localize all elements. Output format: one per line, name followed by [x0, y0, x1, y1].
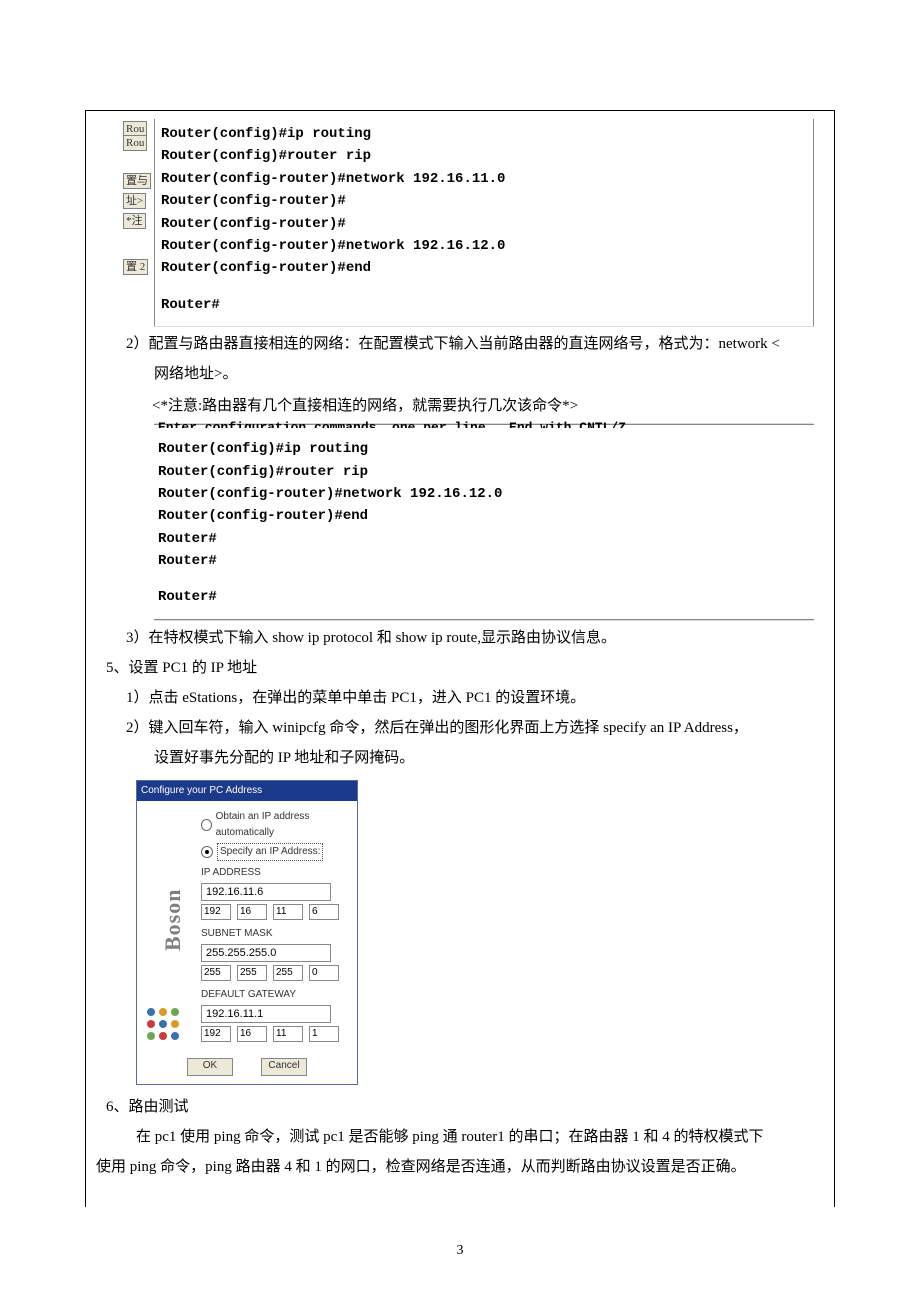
section-6-title: 6、路由测试 — [106, 1095, 824, 1119]
fragment-a: 置与 — [123, 173, 151, 189]
section-6-paragraph-2: 使用 ping 命令，ping 路由器 4 和 1 的网口，检查网络是否连通，从… — [96, 1155, 824, 1179]
step-2-text-line2: 网络地址>。 — [96, 362, 824, 386]
term1-line: Router(config-router)#end — [161, 257, 807, 279]
fragment-d: 置 2 — [123, 259, 148, 275]
term2-line: Router# — [158, 586, 808, 608]
step-2-text-line1: 2）配置与路由器直接相连的网络：在配置模式下输入当前路由器的直连网络号，格式为：… — [96, 332, 824, 356]
default-gateway-input[interactable]: 192.16.11.1 — [201, 1005, 331, 1023]
document-content: Rou Rou 置与 址> *注 置 2 Router(config)#ip r… — [85, 110, 835, 1207]
ip-config-dialog: Configure your PC Address Boson Obtain a… — [136, 780, 358, 1085]
term1-line-blank — [161, 280, 807, 294]
ip-octet-2[interactable]: 16 — [237, 904, 267, 920]
ok-button[interactable]: OK — [187, 1058, 233, 1076]
term1-line: Router(config)#ip routing — [161, 123, 807, 145]
radio-obtain-auto[interactable]: Obtain an IP address automatically — [201, 809, 349, 841]
section-5-step2-line1: 2）键入回车符，输入 winipcfg 命令，然后在弹出的图形化界面上方选择 s… — [96, 716, 824, 740]
ip-octet-4[interactable]: 6 — [309, 904, 339, 920]
dialog-body: Boson Obtain an IP address automatically… — [137, 801, 357, 1052]
mask-octet-4[interactable]: 0 — [309, 965, 339, 981]
section-6-paragraph-1: 在 pc1 使用 ping 命令，测试 pc1 是否能够 ping 通 rout… — [106, 1125, 824, 1149]
mask-octet-2[interactable]: 255 — [237, 965, 267, 981]
section-5-step1: 1）点击 eStations，在弹出的菜单中单击 PC1，进入 PC1 的设置环… — [96, 686, 824, 710]
section-5-step2-line2: 设置好事先分配的 IP 地址和子网掩码。 — [96, 746, 824, 770]
gw-octet-2[interactable]: 16 — [237, 1026, 267, 1042]
radio-specify-ip-label: Specify an IP Address: — [217, 843, 323, 861]
ip-address-input[interactable]: 192.16.11.6 — [201, 883, 331, 901]
radio-specify-ip[interactable]: Specify an IP Address: — [201, 843, 349, 861]
term2-line: Router# — [158, 550, 808, 572]
gw-octet-1[interactable]: 192 — [201, 1026, 231, 1042]
step-3-text: 3）在特权模式下输入 show ip protocol 和 show ip ro… — [96, 626, 824, 650]
ip-octet-3[interactable]: 11 — [273, 904, 303, 920]
terminal-output-1: Rou Rou 置与 址> *注 置 2 Router(config)#ip r… — [154, 119, 814, 326]
term1-line: Router(config-router)#network 192.16.12.… — [161, 235, 807, 257]
term2-line: Router(config-router)#end — [158, 505, 808, 527]
term2-line: Router# — [158, 528, 808, 550]
term1-line: Router(config)#router rip — [161, 145, 807, 167]
note-text: <*注意:路由器有几个直接相连的网络，就需要执行几次该命令*> — [152, 394, 824, 418]
term2-line: Router(config-router)#network 192.16.12.… — [158, 483, 808, 505]
radio-icon — [201, 819, 212, 831]
terminal-output-2: Enter configuration commands, one per li… — [154, 424, 814, 620]
fragment-c: *注 — [123, 213, 146, 229]
subnet-mask-label: SUBNET MASK — [201, 926, 349, 942]
ip-address-label: IP ADDRESS — [201, 865, 349, 881]
radio-obtain-auto-label: Obtain an IP address automatically — [216, 809, 349, 841]
gw-octet-3[interactable]: 11 — [273, 1026, 303, 1042]
ip-octet-1[interactable]: 192 — [201, 904, 231, 920]
cancel-button[interactable]: Cancel — [261, 1058, 307, 1076]
mask-octet-1[interactable]: 255 — [201, 965, 231, 981]
term1-line: Router(config-router)#network 192.16.11.… — [161, 168, 807, 190]
boson-logo-panel: Boson — [141, 821, 197, 1044]
radio-icon-selected — [201, 846, 213, 858]
fragment-b: 址> — [123, 193, 146, 209]
gw-octet-4[interactable]: 1 — [309, 1026, 339, 1042]
dialog-button-row: OK Cancel — [137, 1052, 357, 1084]
dialog-title: Configure your PC Address — [137, 781, 357, 801]
page-number: 3 — [0, 1240, 920, 1262]
term2-line: Router(config)#ip routing — [158, 438, 808, 460]
term2-truncated-top: Enter configuration commands, one per li… — [158, 421, 808, 428]
boson-dots-icon — [147, 1008, 181, 1042]
mask-octet-3[interactable]: 255 — [273, 965, 303, 981]
subnet-mask-input[interactable]: 255.255.255.0 — [201, 944, 331, 962]
fragment-rou2: Rou — [123, 135, 147, 151]
section-5-title: 5、设置 PC1 的 IP 地址 — [106, 656, 824, 680]
term1-line: Router(config-router)# — [161, 213, 807, 235]
term1-line: Router(config-router)# — [161, 190, 807, 212]
term1-line: Router# — [161, 294, 807, 316]
default-gateway-label: DEFAULT GATEWAY — [201, 987, 349, 1003]
boson-logo-text: Boson — [155, 888, 190, 950]
term2-line-blank — [158, 572, 808, 586]
term2-line: Router(config)#router rip — [158, 461, 808, 483]
